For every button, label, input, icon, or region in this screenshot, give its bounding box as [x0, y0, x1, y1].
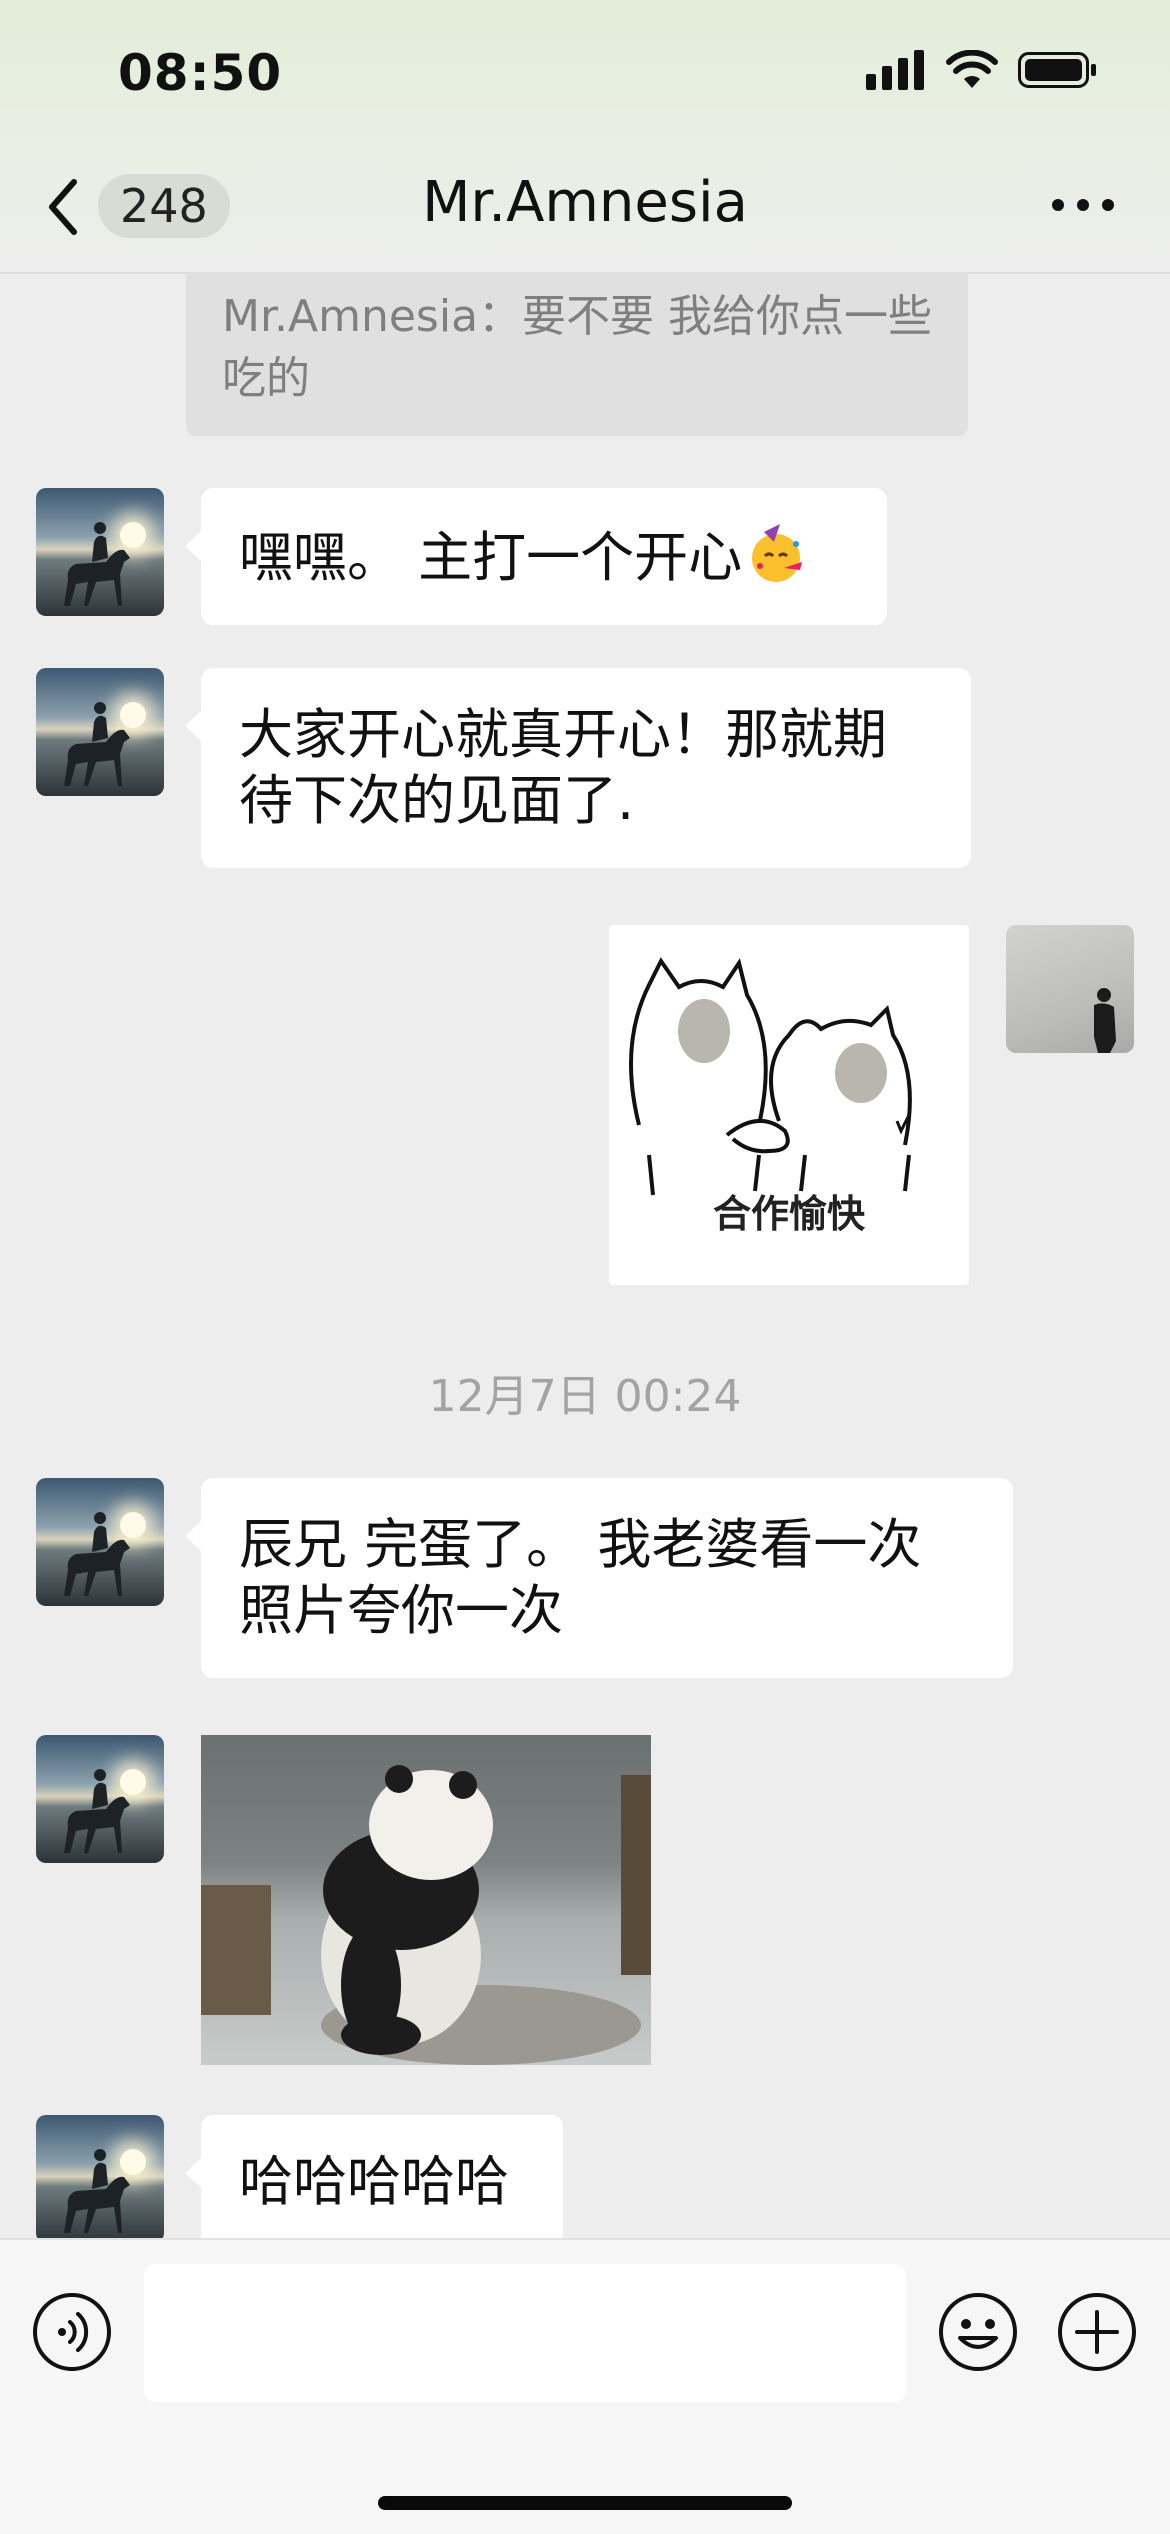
timestamp: 12月7日 00:24 — [428, 1371, 742, 1422]
avatar[interactable] — [36, 1735, 164, 1863]
horse-rider-silhouette — [64, 522, 130, 606]
sticker-caption: 合作愉快 — [712, 1192, 865, 1236]
status-icons — [866, 50, 1098, 90]
panda-illustration — [201, 1765, 651, 2065]
status-time: 08:50 — [118, 44, 283, 102]
chat-area[interactable]: Mr.Amnesia：要不要 我给你点一些 吃的 嘿嘿。 主打一个开心 大家开心… — [0, 272, 1170, 2238]
horse-rider-silhouette — [64, 1512, 130, 1596]
avatar[interactable] — [36, 1478, 164, 1606]
my-avatar[interactable] — [1006, 925, 1134, 1053]
message-text: 辰兄 完蛋了。 我老婆看一次照片夸你一次 — [239, 1513, 922, 1642]
message-input[interactable] — [144, 2264, 906, 2402]
avatar[interactable] — [36, 668, 164, 796]
top-bar: 08:50 248 Mr.Amnesia — [0, 0, 1170, 274]
party-face-emoji — [752, 524, 803, 582]
signal-icon — [866, 50, 924, 90]
input-bar — [0, 2238, 1170, 2534]
message-bubble[interactable]: 大家开心就真开心！那就期待下次的见面了. — [185, 668, 971, 868]
sticker-image[interactable]: 合作愉快 — [609, 925, 969, 1285]
quoted-message[interactable]: Mr.Amnesia：要不要 我给你点一些 吃的 — [186, 272, 968, 436]
message-bubble[interactable]: 哈哈哈哈哈 — [185, 2115, 563, 2238]
chat-title: Mr.Amnesia — [422, 170, 748, 235]
home-indicator — [378, 2496, 792, 2510]
battery-icon — [1018, 52, 1096, 88]
message-text: 大家开心就真开心！那就期待下次的见面了. — [239, 703, 887, 832]
voice-icon[interactable] — [32, 2292, 112, 2372]
message-bubble[interactable]: 嘿嘿。 主打一个开心 — [185, 488, 887, 625]
panda-photo[interactable] — [201, 1735, 651, 2065]
plus-icon[interactable] — [1057, 2292, 1137, 2372]
avatar[interactable] — [36, 2115, 164, 2238]
horse-rider-silhouette — [64, 1769, 130, 1853]
avatar[interactable] — [36, 488, 164, 616]
horse-rider-silhouette — [64, 2149, 130, 2233]
message-text: 哈哈哈哈哈 — [239, 2150, 509, 2213]
person-silhouette — [1094, 988, 1116, 1053]
message-bubble[interactable]: 辰兄 完蛋了。 我老婆看一次照片夸你一次 — [185, 1478, 1013, 1678]
more-dots-icon[interactable] — [1048, 180, 1118, 230]
emoji-icon[interactable] — [938, 2292, 1018, 2372]
horse-rider-silhouette — [64, 702, 130, 786]
wifi-icon — [946, 50, 998, 88]
message-text: 嘿嘿。 主打一个开心 — [239, 526, 743, 589]
